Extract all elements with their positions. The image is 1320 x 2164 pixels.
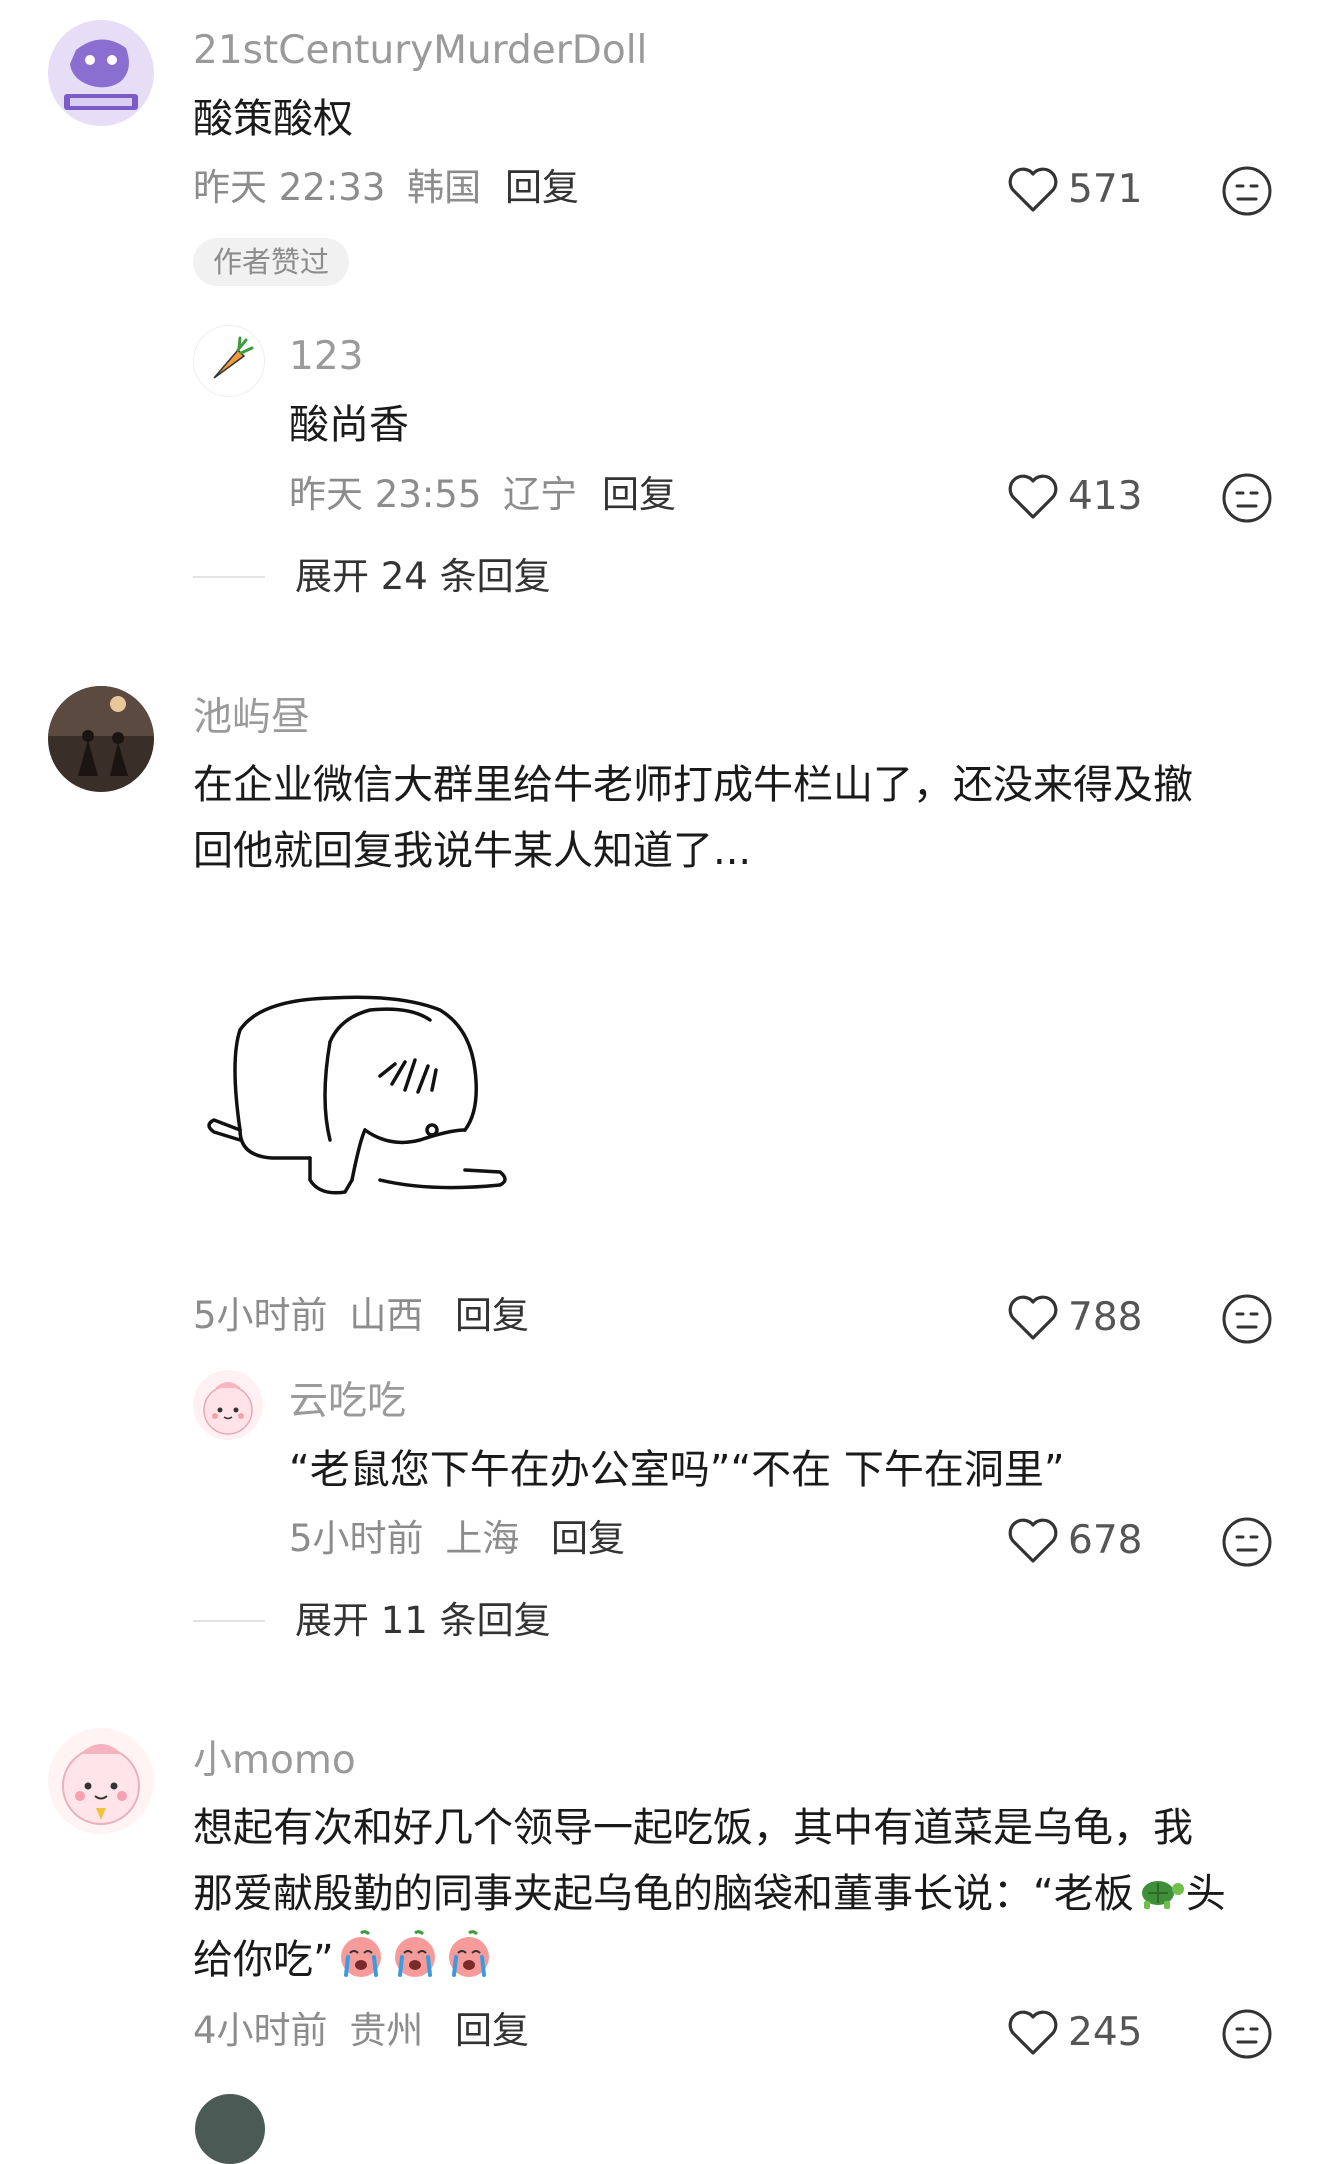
time: 5小时前 xyxy=(193,1294,328,1337)
dislike-button[interactable] xyxy=(1221,165,1273,217)
comment-text-segment: 给你吃” xyxy=(193,1937,334,1983)
expand-replies-button[interactable]: 展开 11 条回复 xyxy=(193,1602,551,1639)
dislike-button[interactable] xyxy=(1221,1293,1273,1345)
reply-button[interactable]: 回复 xyxy=(455,1297,529,1334)
avatar[interactable] xyxy=(193,325,265,397)
heart-outline-icon xyxy=(1008,474,1058,519)
crying-face-emoji xyxy=(394,1930,435,1977)
photo-avatar-icon xyxy=(48,686,154,792)
meh-face-icon xyxy=(1222,473,1272,523)
comment-text: “老鼠您下午在办公室吗”“不在 下午在洞里” xyxy=(289,1447,1065,1493)
like-button[interactable]: 245 xyxy=(1006,2007,1142,2057)
like-count: 678 xyxy=(1068,1517,1143,1563)
username[interactable]: 21stCenturyMurderDoll xyxy=(193,31,647,70)
location: 贵州 xyxy=(349,2009,424,2052)
like-button[interactable]: 788 xyxy=(1006,1292,1142,1342)
comment-time: 昨天 23:55 辽宁 xyxy=(289,476,577,513)
username[interactable]: 小momo xyxy=(193,1741,356,1780)
comment-text-line-2: 回他就回复我说牛某人知道了... xyxy=(193,828,752,874)
avatar[interactable] xyxy=(48,686,154,792)
location: 上海 xyxy=(445,1517,520,1560)
sticker-image[interactable] xyxy=(200,980,540,1220)
like-count: 788 xyxy=(1068,1294,1143,1340)
like-count: 245 xyxy=(1068,2009,1143,2055)
comment-text-line-1: 在企业微信大群里给牛老师打成牛栏山了，还没来得及撤 xyxy=(193,762,1193,808)
meh-face-icon xyxy=(1222,1294,1272,1344)
like-button[interactable]: 413 xyxy=(1006,471,1142,521)
like-count: 413 xyxy=(1068,473,1143,519)
heart-outline-icon xyxy=(1008,1518,1058,1563)
reply-button[interactable]: 回复 xyxy=(551,1520,625,1557)
username[interactable]: 云吃吃 xyxy=(289,1382,406,1421)
author-liked-badge: 作者赞过 xyxy=(193,238,350,286)
time: 昨天 22:33 xyxy=(193,166,386,209)
location: 韩国 xyxy=(407,166,482,209)
meh-face-icon xyxy=(1222,166,1272,216)
heart-outline-icon xyxy=(1008,167,1058,212)
username[interactable]: 池屿昼 xyxy=(193,698,310,737)
username[interactable]: 123 xyxy=(289,337,363,376)
heart-outline-icon xyxy=(1008,1295,1058,1340)
comment-time: 5小时前 山西 xyxy=(193,1297,423,1334)
location: 辽宁 xyxy=(503,473,578,516)
reply-button[interactable]: 回复 xyxy=(455,2012,529,2049)
location: 山西 xyxy=(349,1294,424,1337)
avatar[interactable] xyxy=(193,1370,263,1440)
turtle-emoji xyxy=(1141,1881,1184,1909)
reply-button[interactable]: 回复 xyxy=(602,476,676,513)
comment-text-line-1: 想起有次和好几个领导一起吃饭，其中有道菜是乌龟，我 xyxy=(193,1805,1193,1851)
avatar[interactable] xyxy=(48,20,154,126)
time: 昨天 23:55 xyxy=(289,473,482,516)
expand-replies-label: 展开 11 条回复 xyxy=(295,1599,551,1642)
dislike-button[interactable] xyxy=(1221,2008,1273,2060)
avatar-icon xyxy=(195,2094,265,2164)
reply-button[interactable]: 回复 xyxy=(505,169,579,206)
meh-face-icon xyxy=(1222,1517,1272,1567)
expand-replies-button[interactable]: 展开 24 条回复 xyxy=(193,558,551,595)
like-button[interactable]: 678 xyxy=(1006,1515,1142,1565)
comment-time: 4小时前 贵州 xyxy=(193,2012,423,2049)
heart-outline-icon xyxy=(1008,2010,1058,2055)
avatar[interactable] xyxy=(195,2094,265,2164)
like-count: 571 xyxy=(1068,166,1143,212)
dislike-button[interactable] xyxy=(1221,1516,1273,1568)
avatar[interactable] xyxy=(48,1728,154,1834)
cute-face-avatar-icon xyxy=(193,1370,263,1440)
comment-text-segment: 头 xyxy=(1185,1871,1226,1917)
time: 5小时前 xyxy=(289,1517,424,1560)
comment-time: 5小时前 上海 xyxy=(289,1520,519,1557)
time: 4小时前 xyxy=(193,2009,328,2052)
carrot-avatar-icon xyxy=(194,326,264,396)
comment-time: 昨天 22:33 韩国 xyxy=(193,169,481,206)
bowing-doodle-icon xyxy=(207,995,507,1195)
dislike-button[interactable] xyxy=(1221,472,1273,524)
crying-face-emoji xyxy=(448,1930,489,1977)
comment-text: 酸策酸权 xyxy=(193,96,353,142)
comment-text-line-2: 那爱献殷勤的同事夹起乌龟的脑袋和董事长说：“老板 头 xyxy=(193,1861,1226,1927)
comment-text: 酸尚香 xyxy=(289,402,409,448)
expand-replies-label: 展开 24 条回复 xyxy=(295,555,551,598)
crying-face-emoji xyxy=(340,1930,381,1977)
cute-face-avatar-icon xyxy=(48,1728,154,1834)
comment-text-line-3: 给你吃” xyxy=(193,1927,496,1993)
like-button[interactable]: 571 xyxy=(1006,164,1142,214)
comment-text-segment: 那爱献殷勤的同事夹起乌龟的脑袋和董事长说：“老板 xyxy=(193,1871,1134,1917)
avatar-icon xyxy=(48,20,154,126)
meh-face-icon xyxy=(1222,2009,1272,2059)
divider xyxy=(193,1619,265,1622)
divider xyxy=(193,575,265,578)
